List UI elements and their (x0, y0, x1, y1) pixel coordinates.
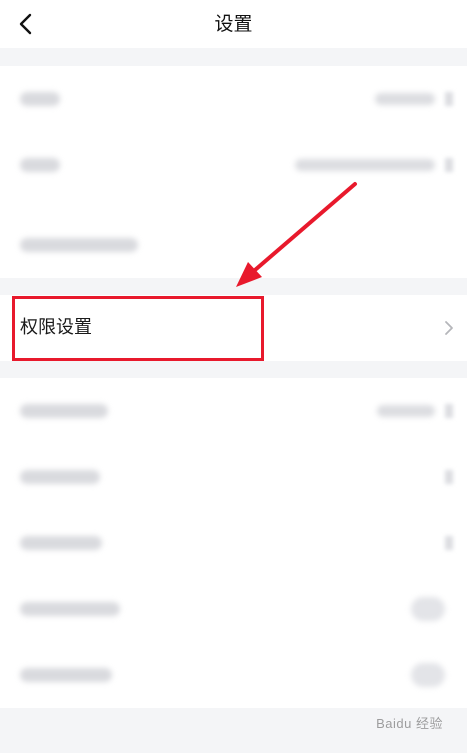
settings-group-3 (0, 378, 467, 708)
blurred-label (20, 536, 102, 550)
blurred-toggle[interactable] (411, 663, 445, 687)
blurred-row[interactable] (0, 378, 467, 444)
settings-screen: 设置 权限设置 Baidu 经验 (0, 0, 467, 753)
blurred-toggle[interactable] (411, 597, 445, 621)
baidu-watermark: Baidu 经验 (351, 709, 443, 735)
blurred-row[interactable] (0, 132, 467, 198)
nav-bar: 设置 (0, 0, 467, 48)
blurred-label (20, 404, 108, 418)
blurred-chevron-icon (445, 470, 453, 484)
blurred-value (295, 159, 435, 171)
permission-settings-label: 权限设置 (20, 317, 92, 338)
permission-settings-row[interactable]: 权限设置 (0, 295, 467, 361)
permission-settings-chevron (439, 314, 459, 342)
blurred-row[interactable] (0, 444, 467, 510)
blurred-chevron-icon (445, 404, 453, 418)
blurred-row[interactable] (0, 510, 467, 576)
blurred-row[interactable] (0, 66, 467, 132)
blurred-label (20, 158, 60, 172)
blurred-toggle-row[interactable] (0, 576, 467, 642)
back-button[interactable] (8, 6, 44, 42)
blurred-chevron-icon (445, 158, 453, 172)
blurred-label (20, 602, 120, 616)
chevron-right-icon (445, 321, 453, 335)
blurred-label (20, 238, 138, 252)
chevron-left-icon (19, 13, 32, 35)
blurred-chevron-icon (445, 536, 453, 550)
settings-group-2: 权限设置 (0, 295, 467, 361)
blurred-row[interactable] (0, 212, 467, 278)
blurred-value (377, 405, 435, 417)
blurred-value (375, 93, 435, 105)
watermark-text: Baidu 经验 (376, 715, 443, 731)
settings-group-1 (0, 66, 467, 278)
blurred-label (20, 668, 112, 682)
blurred-chevron-icon (445, 92, 453, 106)
blurred-label (20, 470, 100, 484)
page-title: 设置 (214, 13, 253, 35)
blurred-label (20, 92, 60, 106)
blurred-toggle-row[interactable] (0, 642, 467, 708)
